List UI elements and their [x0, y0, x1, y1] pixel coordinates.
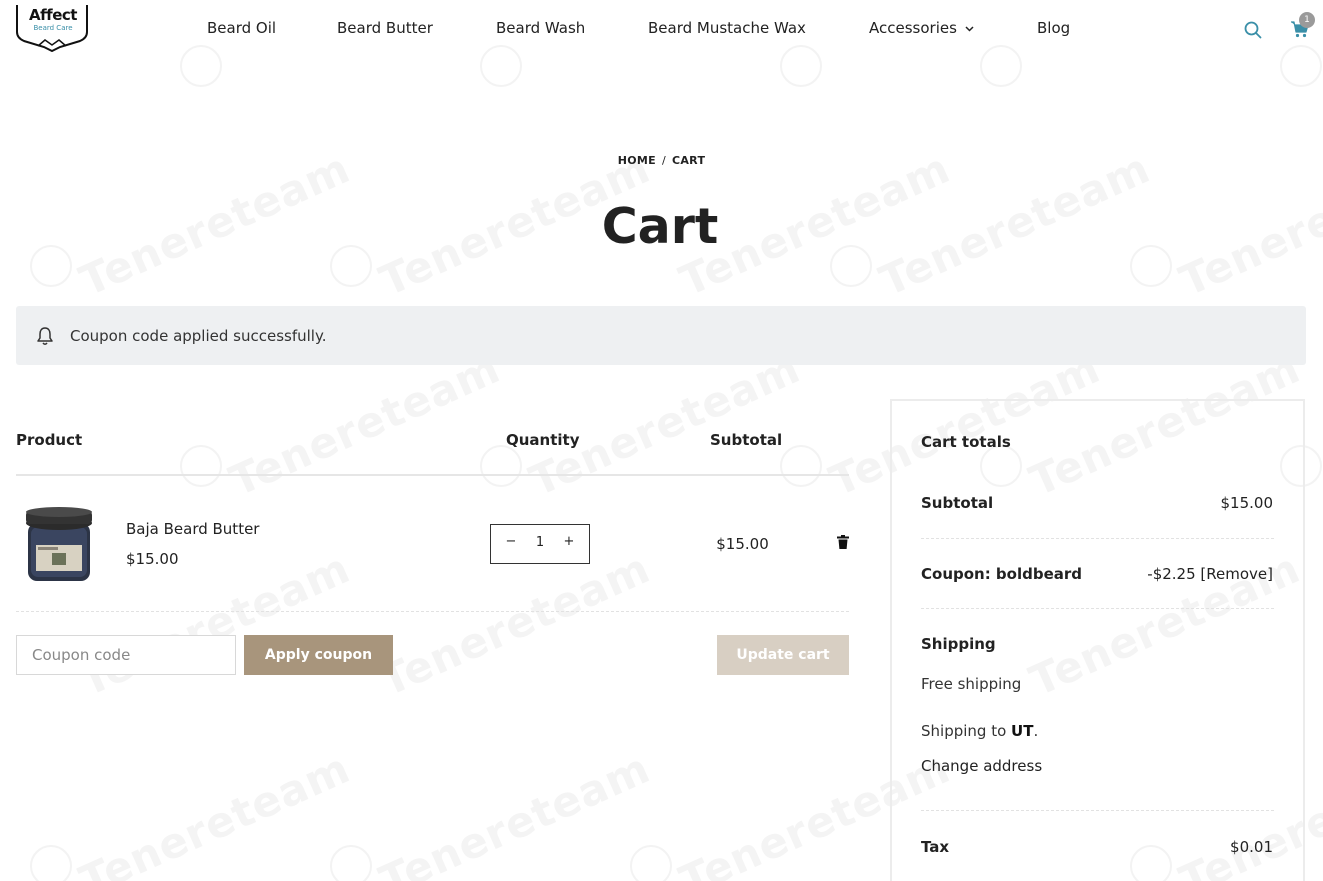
breadcrumb: HOME / CART — [0, 154, 1323, 167]
header-subtotal: Subtotal — [710, 431, 783, 449]
change-address-link[interactable]: Change address — [921, 757, 1042, 775]
product-price: $15.00 — [126, 550, 179, 568]
header-quantity: Quantity — [506, 431, 580, 449]
breadcrumb-current: CART — [671, 154, 706, 167]
totals-tax-value: $0.01 — [1230, 838, 1273, 856]
shipping-to-suffix: . — [1033, 722, 1039, 740]
quantity-stepper[interactable]: − 1 + — [490, 524, 590, 564]
totals-coupon-value: -$2.25 [Remove] — [1147, 565, 1273, 583]
totals-divider — [921, 608, 1274, 609]
page-title: Cart — [601, 198, 719, 255]
trash-icon[interactable] — [837, 535, 849, 549]
row-subtotal: $15.00 — [716, 535, 769, 553]
coupon-notice: Coupon code applied successfully. — [16, 306, 1306, 365]
logo-tagline: Beard Care — [33, 24, 73, 32]
page-content: Affect Beard Care Beard Oil Beard Butter… — [0, 0, 1323, 881]
breadcrumb-separator: / — [661, 154, 666, 167]
logo-name: Affect — [29, 6, 77, 24]
breadcrumb-home[interactable]: HOME — [618, 154, 656, 167]
coupon-code-input[interactable] — [16, 635, 236, 675]
shipping-to-prefix: Shipping to — [921, 722, 1012, 740]
nav-blog[interactable]: Blog — [1037, 19, 1070, 37]
nav-beard-butter[interactable]: Beard Butter — [337, 19, 433, 37]
search-icon[interactable] — [1244, 21, 1262, 39]
product-thumbnail[interactable] — [22, 505, 96, 585]
totals-divider — [921, 538, 1274, 539]
cart-totals-panel: Cart totals Subtotal $15.00 Coupon: bold… — [890, 399, 1305, 881]
quantity-input[interactable]: 1 — [529, 535, 551, 550]
totals-shipping-label: Shipping — [921, 635, 996, 653]
nav-accessories[interactable]: Accessories — [869, 19, 974, 37]
table-row-divider — [16, 611, 849, 612]
update-cart-button[interactable]: Update cart — [717, 635, 849, 675]
remove-coupon-link[interactable]: [Remove] — [1200, 565, 1273, 583]
chevron-down-icon — [965, 26, 974, 32]
nav-beard-mustache-wax[interactable]: Beard Mustache Wax — [648, 19, 806, 37]
nav-beard-oil[interactable]: Beard Oil — [207, 19, 276, 37]
shipping-method: Free shipping — [921, 675, 1022, 693]
totals-coupon-label: Coupon: boldbeard — [921, 565, 1083, 583]
totals-subtotal-label: Subtotal — [921, 494, 994, 512]
quantity-increase-button[interactable]: + — [559, 534, 579, 549]
cart-count-badge: 1 — [1299, 12, 1315, 28]
site-logo[interactable]: Affect Beard Care — [16, 4, 88, 52]
totals-tax-label: Tax — [921, 838, 950, 856]
table-header-divider — [16, 474, 849, 476]
apply-coupon-button[interactable]: Apply coupon — [244, 635, 393, 675]
nav-beard-wash[interactable]: Beard Wash — [496, 19, 585, 37]
product-name[interactable]: Baja Beard Butter — [126, 520, 259, 538]
cart-totals-title: Cart totals — [921, 433, 1011, 451]
totals-divider — [921, 810, 1274, 811]
bell-icon — [37, 327, 53, 345]
shipping-to-state: UT — [1011, 722, 1034, 740]
header-product: Product — [16, 431, 83, 449]
shipping-destination: Shipping to UT. — [921, 722, 1038, 740]
nav-accessories-label: Accessories — [869, 19, 957, 37]
totals-subtotal-value: $15.00 — [1220, 494, 1274, 512]
quantity-decrease-button[interactable]: − — [501, 534, 521, 549]
coupon-discount: -$2.25 — [1147, 565, 1196, 583]
notice-text: Coupon code applied successfully. — [70, 327, 327, 345]
